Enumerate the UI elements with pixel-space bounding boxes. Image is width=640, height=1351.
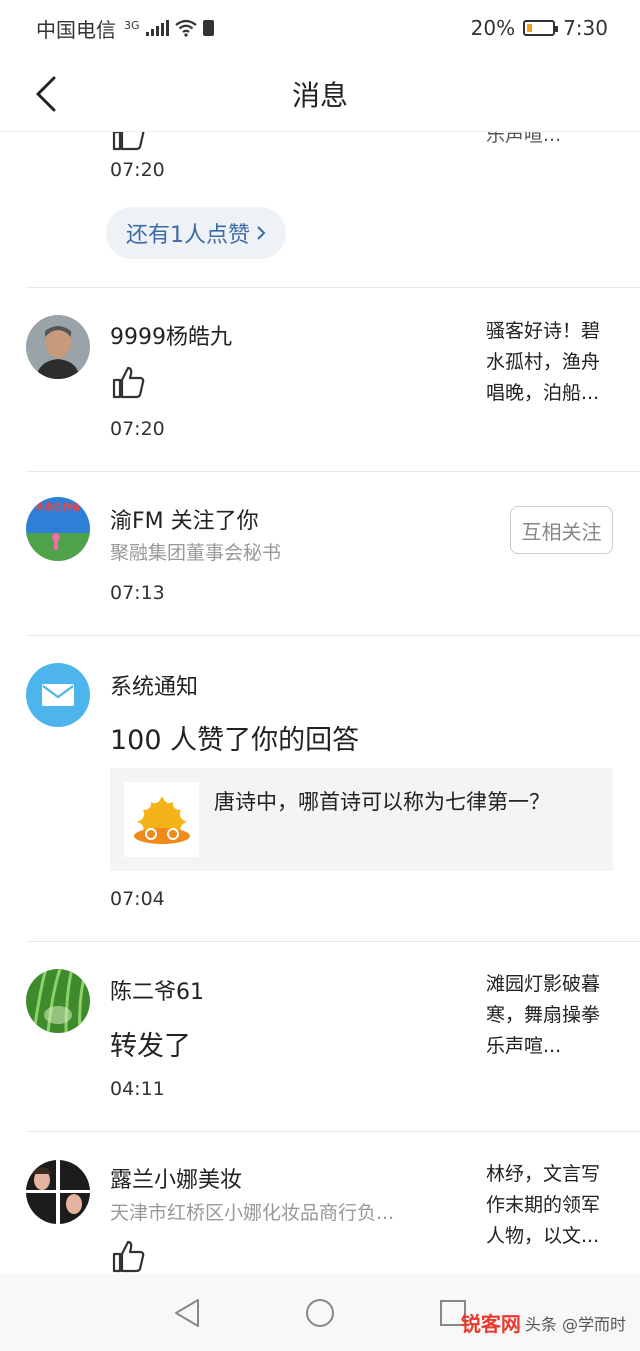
avatar-badge: 头条创作者 [35,503,81,513]
user-name[interactable]: 陈二爷61 [110,974,204,1006]
user-name[interactable]: 渝FM 关注了你 [110,503,259,535]
message-snippet[interactable]: 骚客好诗！碧 水孤村，渔舟 唱晚，泊船... [486,316,616,409]
message-time: 07:20 [110,159,165,181]
message-snippet[interactable]: 滩园灯影破暮 寒，舞扇操拳 乐声喧... [486,969,616,1062]
avatar[interactable]: 头条创作者 [26,497,90,561]
message-item[interactable]: 露兰小娜美妆 天津市红桥区小娜化妆品商行负... 林纾，文言写 作末期的领军 人… [0,1132,640,1274]
follow-back-button[interactable]: 互相关注 [510,506,613,554]
carrier-label: 中国电信 [36,17,116,42]
user-name[interactable]: 9999杨皓九 [110,319,232,351]
message-list[interactable]: 07:20 乐声喧... 还有1人点赞 9999杨皓九 07:20 骚客好诗！碧… [0,132,640,1274]
battery-percent: 20% [470,16,516,40]
status-bar: 中国电信 3G 20% 7:30 [0,0,640,56]
thumbs-up-icon [112,1240,145,1273]
watermark-text: 头条 @学而时 [524,1314,626,1334]
user-title: 聚融集团董事会秘书 [110,542,282,564]
nav-home-button[interactable] [302,1295,338,1331]
triangle-back-icon [174,1298,199,1327]
message-time: 04:11 [110,1078,165,1100]
quoted-question-card[interactable]: 唐诗中，哪首诗可以称为七律第一？ [110,768,613,871]
chevron-left-icon [36,76,56,112]
watermark: 锐客网 头条 @学而时 [461,1308,626,1337]
message-item[interactable]: 07:20 乐声喧... 还有1人点赞 [0,132,640,288]
nav-back-button[interactable] [169,1295,205,1331]
chevron-right-icon [257,226,266,240]
avatar[interactable] [26,315,90,379]
message-time: 07:20 [110,418,165,440]
message-item[interactable]: 陈二爷61 转发了 04:11 滩园灯影破暮 寒，舞扇操拳 乐声喧... [0,942,640,1132]
avatar[interactable] [26,1160,90,1224]
status-left: 中国电信 3G [36,14,214,43]
system-avatar [26,663,90,727]
message-item[interactable]: 系统通知 100 人赞了你的回答 唐诗中，哪首诗可以称为七律第一？ 07:04 [0,636,640,942]
message-snippet[interactable]: 乐声喧... [486,132,616,151]
system-nav-bar: 锐客网 头条 @学而时 [0,1274,640,1351]
network-type-label: 3G [124,19,140,32]
question-thumbnail [124,782,199,857]
flame-cloud-icon [133,795,190,844]
wifi-icon [174,19,197,37]
more-likes-button[interactable]: 还有1人点赞 [106,207,286,259]
page-title: 消息 [291,78,348,112]
repost-action: 转发了 [110,1031,191,1062]
avatar[interactable] [26,969,90,1033]
status-right: 20% 7:30 [471,16,608,40]
app-header: 消息 [0,56,640,132]
thumbs-up-icon [112,132,145,151]
mail-icon [42,684,74,706]
message-time: 07:04 [110,888,165,910]
system-title: 系统通知 [110,675,199,700]
signal-icon [145,20,169,36]
quoted-question-text[interactable]: 唐诗中，哪首诗可以称为七律第一？ [214,784,593,821]
message-item[interactable]: 9999杨皓九 07:20 骚客好诗！碧 水孤村，渔舟 唱晚，泊船... [0,288,640,472]
message-snippet[interactable]: 林纾，文言写 作末期的领军 人物，以文... [486,1159,616,1252]
back-button[interactable] [26,74,66,114]
sim-icon [202,20,214,36]
thumbs-up-icon [112,366,145,399]
watermark-logo: 锐客网 [460,1312,521,1336]
more-likes-label: 还有1人点赞 [126,223,250,248]
user-name[interactable]: 露兰小娜美妆 [110,1162,242,1194]
battery-icon [523,20,559,36]
user-title: 天津市红桥区小娜化妆品商行负... [110,1202,395,1224]
clock: 7:30 [563,16,608,40]
message-time: 07:13 [110,582,165,604]
message-item[interactable]: 头条创作者 渝FM 关注了你 聚融集团董事会秘书 07:13 互相关注 [0,472,640,636]
circle-home-icon [305,1298,334,1327]
notification-headline: 100 人赞了你的回答 [110,725,360,756]
